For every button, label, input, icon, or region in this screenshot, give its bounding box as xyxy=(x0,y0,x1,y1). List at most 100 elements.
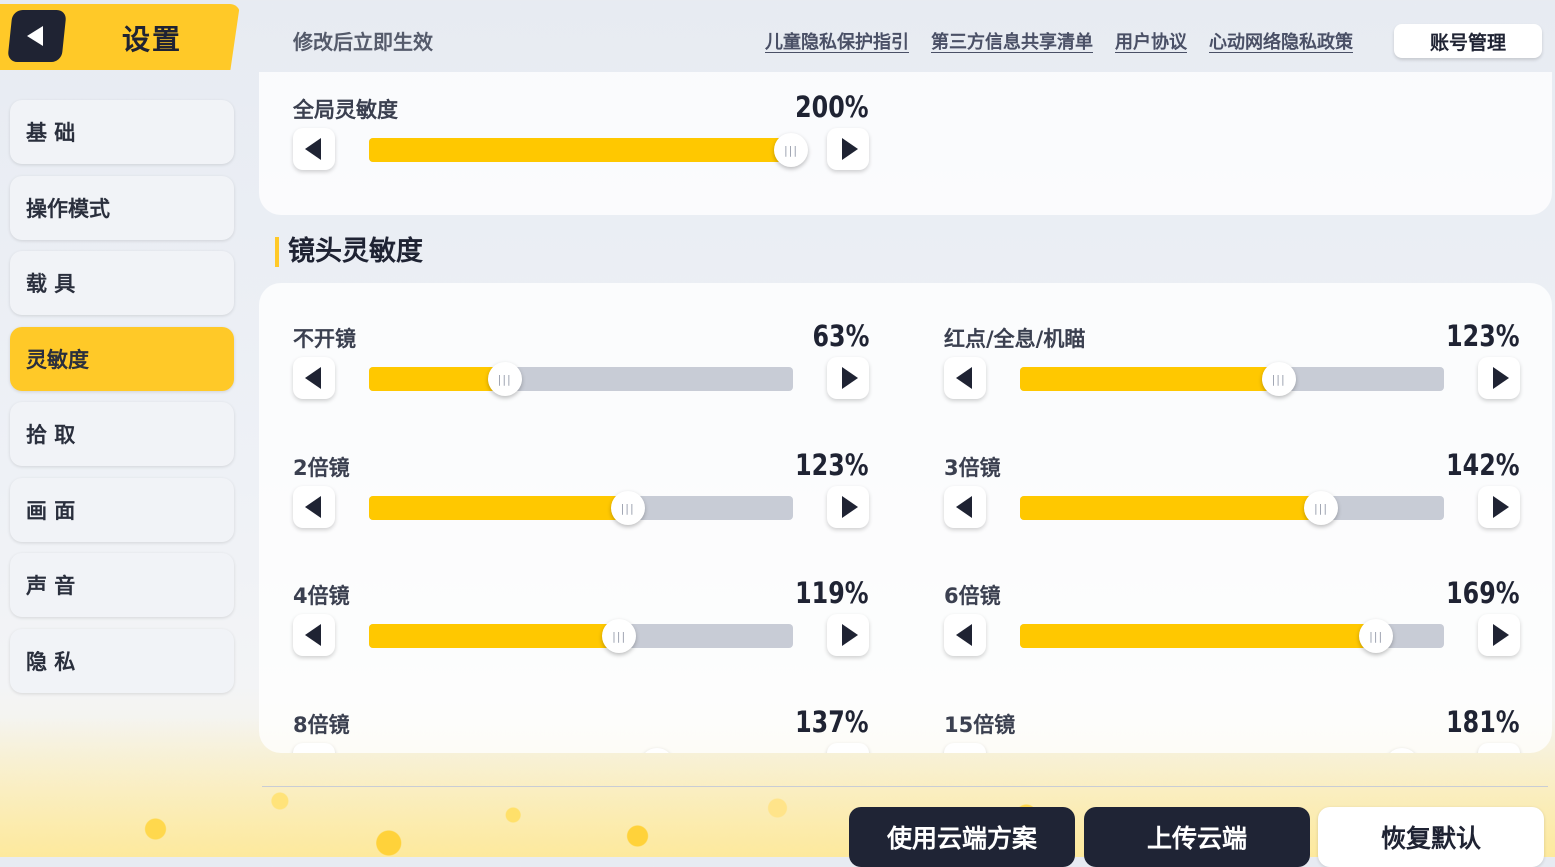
setting-value: 169% xyxy=(1446,576,1520,610)
slider-thumb[interactable]: ||| xyxy=(640,748,675,753)
sidebar: 基 础 操作模式 载 具 灵敏度 拾 取 画 面 声 音 隐 私 xyxy=(10,100,234,704)
left-arrow-icon xyxy=(956,624,972,646)
decrease-button[interactable] xyxy=(293,743,335,753)
slider-track[interactable]: ||| xyxy=(369,362,793,396)
setting-label: 3倍镜 xyxy=(944,456,1001,480)
slider-track[interactable]: ||| xyxy=(369,619,793,653)
setting-value: 123% xyxy=(1446,319,1520,353)
sidebar-item-graphics[interactable]: 画 面 xyxy=(10,477,234,542)
left-arrow-icon xyxy=(305,624,321,646)
sidebar-item-pickup[interactable]: 拾 取 xyxy=(10,402,234,466)
sidebar-item-privacy[interactable]: 隐 私 xyxy=(10,628,234,693)
setting-label: 6倍镜 xyxy=(944,584,1001,608)
slider-track[interactable]: ||| xyxy=(369,491,793,525)
setting-8x-scope: 8倍镜 137% ||| xyxy=(293,705,869,753)
left-arrow-icon xyxy=(956,367,972,389)
slider-track[interactable]: ||| xyxy=(1020,619,1444,653)
grip-icon: ||| xyxy=(1369,629,1384,643)
increase-button[interactable] xyxy=(1478,743,1520,753)
setting-value: 123% xyxy=(795,448,869,482)
increase-button[interactable] xyxy=(1478,486,1520,528)
decrease-button[interactable] xyxy=(293,128,335,170)
decrease-button[interactable] xyxy=(293,486,335,528)
slider-fill xyxy=(1020,624,1377,648)
left-arrow-icon xyxy=(956,496,972,518)
slider-thumb[interactable]: ||| xyxy=(1304,491,1339,525)
grip-icon: ||| xyxy=(612,629,627,643)
right-arrow-icon xyxy=(1493,496,1509,518)
left-arrow-icon xyxy=(305,138,321,160)
decrease-button[interactable] xyxy=(944,614,986,656)
decrease-button[interactable] xyxy=(944,486,986,528)
increase-button[interactable] xyxy=(827,357,869,399)
account-management-button[interactable]: 账号管理 xyxy=(1394,24,1542,58)
slider-thumb[interactable]: ||| xyxy=(774,133,808,167)
decrease-button[interactable] xyxy=(944,357,986,399)
slider-track[interactable]: ||| xyxy=(1020,491,1444,525)
sidebar-item-sensitivity[interactable]: 灵敏度 xyxy=(10,326,234,391)
right-arrow-icon xyxy=(842,138,858,160)
increase-button[interactable] xyxy=(1478,614,1520,656)
scope-sensitivity-panel: 不开镜 63% ||| 红点/全息/机瞄 123% ||| 2倍镜 123% |… xyxy=(259,283,1552,753)
slider-fill xyxy=(369,367,505,391)
sidebar-item-control-mode[interactable]: 操作模式 xyxy=(10,175,234,240)
setting-label: 全局灵敏度 xyxy=(293,98,398,122)
setting-red-dot: 红点/全息/机瞄 123% ||| xyxy=(944,319,1520,433)
increase-button[interactable] xyxy=(827,486,869,528)
slider-thumb[interactable]: ||| xyxy=(602,619,637,653)
left-arrow-icon xyxy=(305,496,321,518)
privacy-policy-link[interactable]: 心动网络隐私政策 xyxy=(1209,28,1353,54)
upload-cloud-button[interactable]: 上传云端 xyxy=(1084,807,1310,867)
setting-value: 63% xyxy=(812,319,869,353)
setting-2x-scope: 2倍镜 123% ||| xyxy=(293,448,869,562)
decrease-button[interactable] xyxy=(293,614,335,656)
setting-label: 不开镜 xyxy=(293,327,356,351)
header-links: 儿童隐私保护指引 第三方信息共享清单 用户协议 心动网络隐私政策 xyxy=(765,28,1353,54)
sidebar-item-basic[interactable]: 基 础 xyxy=(10,100,234,164)
user-agreement-link[interactable]: 用户协议 xyxy=(1115,28,1187,54)
slider-fill xyxy=(1020,496,1322,520)
increase-button[interactable] xyxy=(827,743,869,753)
slider-thumb[interactable]: ||| xyxy=(1359,619,1394,653)
slider-thumb[interactable]: ||| xyxy=(610,491,645,525)
back-arrow-icon xyxy=(27,26,43,46)
setting-label: 红点/全息/机瞄 xyxy=(944,327,1086,351)
setting-3x-scope: 3倍镜 142% ||| xyxy=(944,448,1520,562)
right-arrow-icon xyxy=(842,624,858,646)
section-title: 镜头灵敏度 xyxy=(275,237,423,267)
setting-no-scope: 不开镜 63% ||| xyxy=(293,319,869,433)
back-button[interactable] xyxy=(7,10,67,62)
grip-icon: ||| xyxy=(783,143,799,157)
slider-thumb[interactable]: ||| xyxy=(1261,362,1296,396)
setting-value: 119% xyxy=(795,576,869,610)
setting-value: 137% xyxy=(795,705,869,739)
setting-label: 15倍镜 xyxy=(944,713,1016,737)
decrease-button[interactable] xyxy=(293,357,335,399)
slider-fill xyxy=(369,624,620,648)
increase-button[interactable] xyxy=(827,614,869,656)
setting-4x-scope: 4倍镜 119% ||| xyxy=(293,576,869,690)
sidebar-item-vehicle[interactable]: 载 具 xyxy=(10,251,234,315)
slider-thumb[interactable]: ||| xyxy=(487,362,522,396)
right-arrow-icon xyxy=(842,367,858,389)
sidebar-item-sound[interactable]: 声 音 xyxy=(10,553,234,617)
third-party-sharing-link[interactable]: 第三方信息共享清单 xyxy=(931,28,1093,54)
apply-hint: 修改后立即生效 xyxy=(293,30,433,54)
child-privacy-link[interactable]: 儿童隐私保护指引 xyxy=(765,28,909,54)
decrease-button[interactable] xyxy=(944,743,986,753)
use-cloud-scheme-button[interactable]: 使用云端方案 xyxy=(849,807,1075,867)
increase-button[interactable] xyxy=(1478,357,1520,399)
restore-default-button[interactable]: 恢复默认 xyxy=(1318,807,1544,867)
slider-track[interactable]: ||| xyxy=(369,133,808,167)
left-arrow-icon xyxy=(305,367,321,389)
slider-thumb[interactable]: ||| xyxy=(1384,748,1419,753)
setting-15x-scope: 15倍镜 181% ||| xyxy=(944,705,1520,753)
slider-track[interactable]: ||| xyxy=(1020,362,1444,396)
setting-label: 2倍镜 xyxy=(293,456,350,480)
increase-button[interactable] xyxy=(827,128,869,170)
setting-label: 4倍镜 xyxy=(293,584,350,608)
global-sensitivity-setting: 全局灵敏度 200% ||| xyxy=(293,90,869,204)
grip-icon: ||| xyxy=(620,501,635,515)
setting-value: 142% xyxy=(1446,448,1520,482)
slider-fill xyxy=(369,138,793,162)
